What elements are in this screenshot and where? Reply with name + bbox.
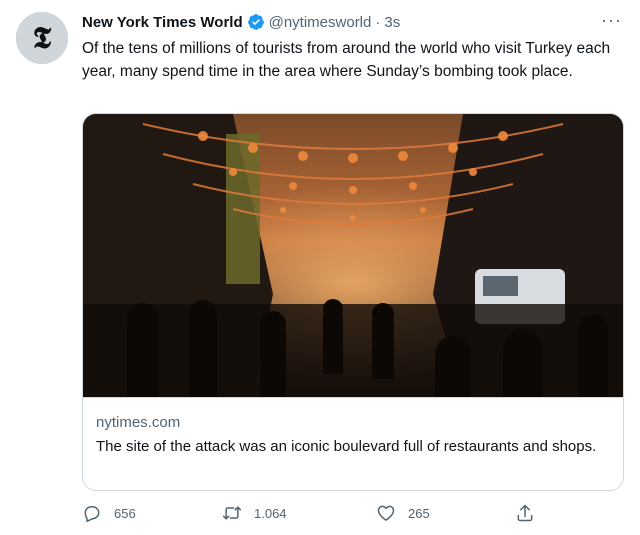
author-handle[interactable]: @nytimesworld [269,14,372,31]
heart-icon [377,505,395,521]
timestamp[interactable]: 3s [384,14,400,31]
reply-count: 656 [114,505,136,521]
card-domain: nytimes.com [96,414,181,431]
like-button[interactable]: 265 [376,503,430,523]
tweet-text: Of the tens of millions of tourists from… [82,40,611,80]
tweet[interactable]: 𝕿 New York Times World @nytimesworld · 3… [0,0,640,535]
tweet-header: New York Times World @nytimesworld · 3s [82,13,400,31]
retweet-count: 1.064 [254,505,287,521]
more-options-icon[interactable]: ··· [601,10,622,31]
like-count: 265 [408,505,430,521]
card-image[interactable] [83,114,623,397]
verified-badge-icon [247,14,264,30]
svg-text:𝕿: 𝕿 [33,22,52,55]
separator: · [375,13,381,31]
retweet-icon [222,506,242,520]
share-button[interactable] [515,503,547,523]
share-icon [517,504,533,522]
nyt-logo-icon: 𝕿 [16,12,68,64]
reply-icon [84,506,100,523]
reply-button[interactable]: 656 [82,503,136,523]
card-divider [83,397,623,398]
card-title: The site of the attack was an iconic bou… [96,438,597,455]
author-name[interactable]: New York Times World [82,14,243,31]
street-photo-icon [83,114,623,397]
retweet-button[interactable]: 1.064 [222,503,287,523]
action-bar: 656 1.064 265 [82,503,622,529]
link-card[interactable]: nytimes.com The site of the attack was a… [82,113,624,491]
avatar[interactable]: 𝕿 [16,12,68,64]
